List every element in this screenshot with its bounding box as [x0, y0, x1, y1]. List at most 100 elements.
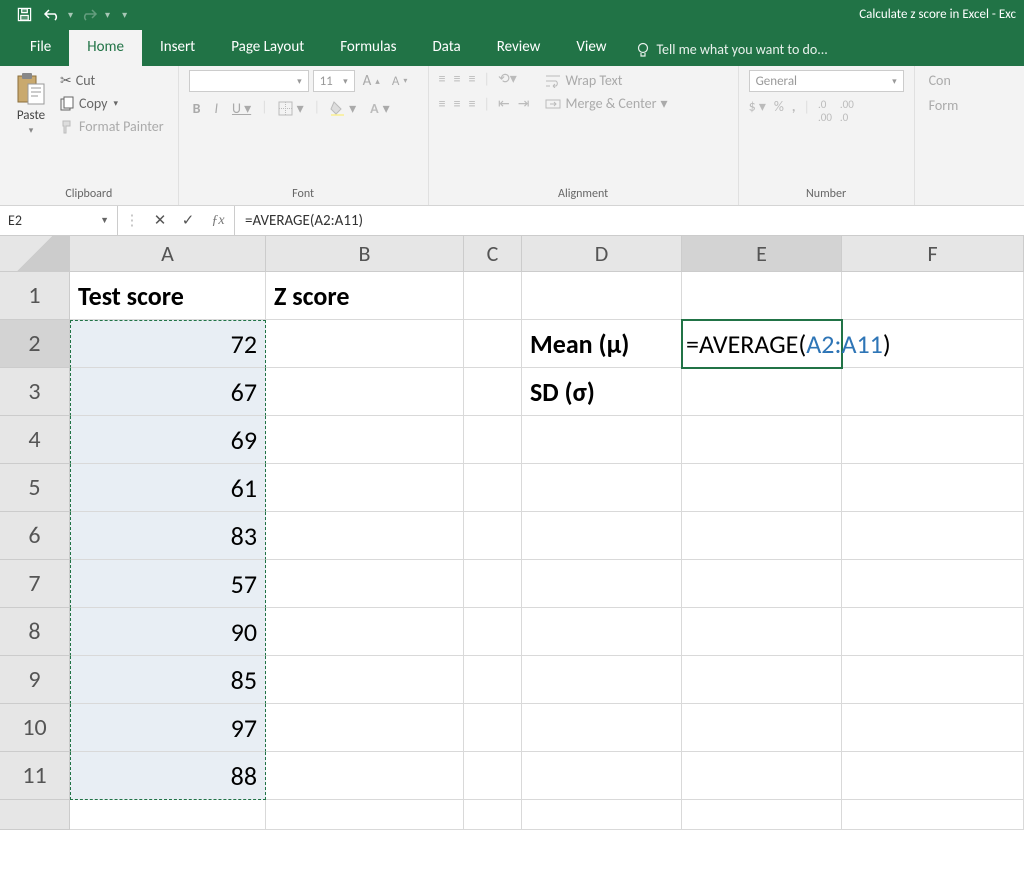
cell-b9[interactable] [266, 656, 464, 704]
cell-d11[interactable] [522, 752, 682, 800]
cell-e12[interactable] [682, 800, 842, 830]
cell-e8[interactable] [682, 608, 842, 656]
row-header-10[interactable]: 10 [0, 704, 70, 752]
worksheet-grid[interactable]: A B C D E F 1 Test score Z score 2 72 Me… [0, 236, 1024, 830]
increase-decimal-icon[interactable]: .0.00 [818, 98, 832, 124]
increase-indent-icon[interactable]: ⇥ [518, 95, 530, 112]
cell-f5[interactable] [842, 464, 1024, 512]
cell-f12[interactable] [842, 800, 1024, 830]
align-middle-icon[interactable]: ≡ [454, 70, 461, 87]
column-header-d[interactable]: D [522, 236, 682, 271]
copy-button[interactable]: Copy▾ [56, 93, 168, 114]
cell-a4[interactable]: 69 [70, 416, 266, 464]
column-header-e[interactable]: E [682, 236, 842, 271]
cell-c12[interactable] [464, 800, 522, 830]
cell-a2[interactable]: 72 [70, 320, 266, 368]
percent-format-icon[interactable]: % [774, 98, 784, 124]
cell-e5[interactable] [682, 464, 842, 512]
accounting-format-icon[interactable]: $ ▾ [749, 98, 766, 124]
fx-icon[interactable]: ƒx [202, 213, 234, 229]
paste-button[interactable]: Paste ▾ [10, 70, 52, 138]
underline-button[interactable]: U ▾ [228, 98, 255, 119]
dropdown-icon[interactable]: ▾ [68, 8, 73, 21]
row-header-8[interactable]: 8 [0, 608, 70, 656]
wrap-text-button[interactable]: Wrap Text [541, 70, 671, 91]
cell-b5[interactable] [266, 464, 464, 512]
column-header-f[interactable]: F [842, 236, 1024, 271]
cell-f8[interactable] [842, 608, 1024, 656]
cell-f1[interactable] [842, 272, 1024, 320]
cell-f11[interactable] [842, 752, 1024, 800]
row-header-6[interactable]: 6 [0, 512, 70, 560]
cell-f10[interactable] [842, 704, 1024, 752]
cell-c11[interactable] [464, 752, 522, 800]
cell-e9[interactable] [682, 656, 842, 704]
font-color-button[interactable]: A ▾ [366, 98, 394, 119]
enter-formula-button[interactable]: ✓ [174, 211, 202, 230]
align-left-icon[interactable]: ≡ [439, 95, 446, 112]
decrease-font-icon[interactable]: A▾ [388, 70, 412, 92]
column-header-c[interactable]: C [464, 236, 522, 271]
cell-b3[interactable] [266, 368, 464, 416]
cell-e1[interactable] [682, 272, 842, 320]
tab-data[interactable]: Data [414, 30, 478, 66]
row-header-2[interactable]: 2 [0, 320, 70, 368]
row-header-5[interactable]: 5 [0, 464, 70, 512]
font-size-select[interactable]: 11▾ [313, 70, 355, 92]
cell-a3[interactable]: 67 [70, 368, 266, 416]
name-box[interactable]: E2 ▼ [0, 206, 118, 235]
select-all-corner[interactable] [0, 236, 70, 271]
cell-c10[interactable] [464, 704, 522, 752]
cell-a8[interactable]: 90 [70, 608, 266, 656]
cell-c8[interactable] [464, 608, 522, 656]
row-header-12[interactable] [0, 800, 70, 830]
bold-button[interactable]: B [189, 98, 205, 119]
cell-a12[interactable] [70, 800, 266, 830]
align-right-icon[interactable]: ≡ [469, 95, 476, 112]
cell-d9[interactable] [522, 656, 682, 704]
cell-a5[interactable]: 61 [70, 464, 266, 512]
cell-e3[interactable] [682, 368, 842, 416]
borders-button[interactable]: ▾ [274, 98, 308, 119]
italic-button[interactable]: I [210, 98, 222, 119]
dropdown-icon[interactable]: ▼ [100, 215, 109, 226]
cell-c6[interactable] [464, 512, 522, 560]
cell-f4[interactable] [842, 416, 1024, 464]
tab-view[interactable]: View [558, 30, 624, 66]
cell-b2[interactable] [266, 320, 464, 368]
cell-a10[interactable]: 97 [70, 704, 266, 752]
cell-b11[interactable] [266, 752, 464, 800]
cancel-formula-button[interactable]: ✕ [146, 211, 174, 230]
row-header-4[interactable]: 4 [0, 416, 70, 464]
row-header-3[interactable]: 3 [0, 368, 70, 416]
cell-d1[interactable] [522, 272, 682, 320]
formula-bar-more-icon[interactable]: ⋮ [118, 211, 146, 230]
fill-color-button[interactable]: ▾ [326, 98, 360, 119]
decrease-decimal-icon[interactable]: .00.0 [840, 98, 854, 124]
cell-a9[interactable]: 85 [70, 656, 266, 704]
cell-b12[interactable] [266, 800, 464, 830]
cell-d5[interactable] [522, 464, 682, 512]
cell-e6[interactable] [682, 512, 842, 560]
tab-insert[interactable]: Insert [142, 30, 213, 66]
cell-d2[interactable]: Mean (μ) [522, 320, 682, 368]
cell-d6[interactable] [522, 512, 682, 560]
cell-c7[interactable] [464, 560, 522, 608]
cell-a1[interactable]: Test score [70, 272, 266, 320]
align-top-icon[interactable]: ≡ [439, 70, 446, 87]
comma-format-icon[interactable]: , [792, 98, 796, 124]
cell-d10[interactable] [522, 704, 682, 752]
format-table-button[interactable]: Form [925, 95, 963, 116]
cell-d7[interactable] [522, 560, 682, 608]
align-center-icon[interactable]: ≡ [454, 95, 461, 112]
tab-home[interactable]: Home [69, 30, 142, 66]
cell-b6[interactable] [266, 512, 464, 560]
row-header-1[interactable]: 1 [0, 272, 70, 320]
cell-c9[interactable] [464, 656, 522, 704]
cell-f6[interactable] [842, 512, 1024, 560]
merge-center-button[interactable]: Merge & Center ▾ [541, 93, 671, 114]
cell-f7[interactable] [842, 560, 1024, 608]
column-header-b[interactable]: B [266, 236, 464, 271]
cell-e10[interactable] [682, 704, 842, 752]
cell-f9[interactable] [842, 656, 1024, 704]
